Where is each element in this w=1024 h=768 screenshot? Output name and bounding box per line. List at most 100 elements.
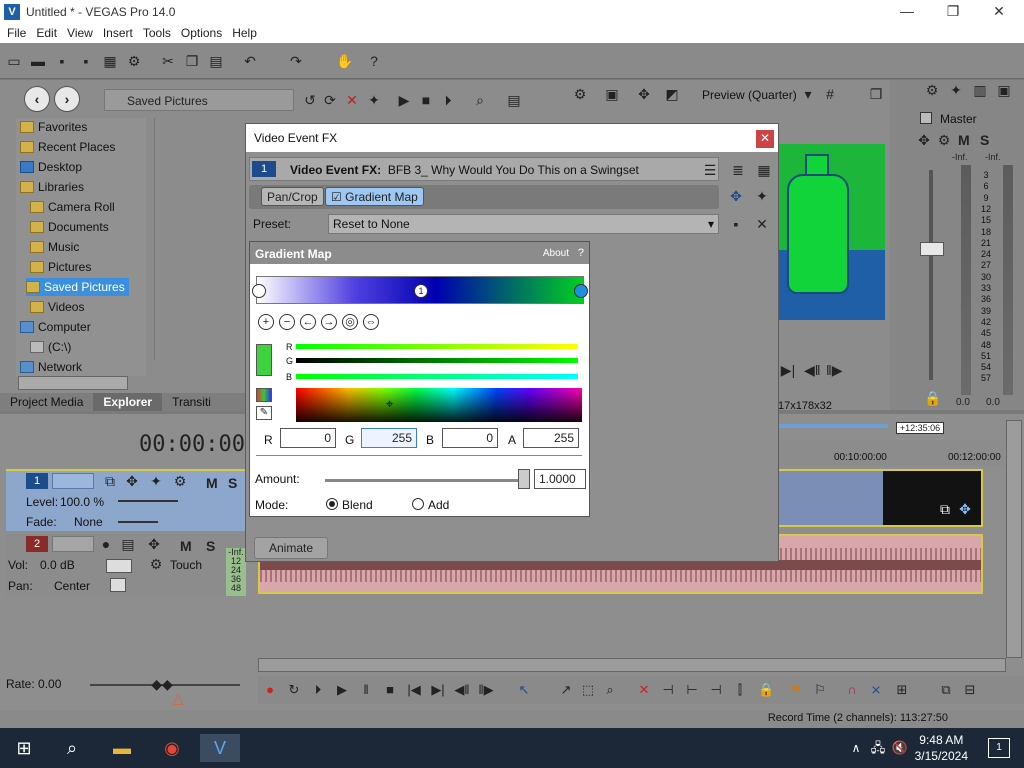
tree-item-videos[interactable]: Videos bbox=[30, 298, 84, 316]
restore-button[interactable]: ❐ bbox=[930, 0, 976, 23]
tree-item-computer[interactable]: Computer bbox=[20, 318, 91, 336]
audio-track-header[interactable]: 2 ● ▤ ✥ M S Vol: 0.0 dB ⚙ Touch Pan: Cen… bbox=[6, 534, 246, 596]
selection-tool-icon[interactable]: ⬚ bbox=[580, 682, 596, 698]
minimize-button[interactable]: — bbox=[884, 0, 930, 23]
copy-snapshot-icon[interactable]: ❐ bbox=[868, 86, 884, 102]
delete-preset-icon[interactable]: ✕ bbox=[754, 216, 770, 232]
tab-transitions[interactable]: Transiti bbox=[162, 393, 221, 411]
audio-solo-button[interactable]: S bbox=[206, 538, 215, 554]
envelope-tool-icon[interactable]: ↗ bbox=[558, 682, 574, 698]
next-frame-icon[interactable]: ▶| bbox=[780, 362, 796, 378]
snapping-magnet-icon[interactable]: ∩ bbox=[844, 682, 860, 698]
mixer-icon[interactable]: ▥ bbox=[972, 82, 988, 98]
automation-gear-icon[interactable]: ⚙ bbox=[148, 556, 164, 572]
tree-item-camera-roll[interactable]: Camera Roll bbox=[30, 198, 115, 216]
preview-quality-dropdown[interactable]: Preview (Quarter) bbox=[702, 88, 797, 102]
timeline-horizontal-scrollbar[interactable] bbox=[258, 658, 1006, 672]
r-value-input[interactable]: 0 bbox=[280, 428, 336, 448]
master-settings-gear-icon[interactable]: ⚙ bbox=[924, 82, 940, 98]
tree-item-documents[interactable]: Documents bbox=[30, 218, 109, 236]
master-mute-button[interactable]: M bbox=[958, 132, 970, 148]
play-icon[interactable]: ▶ bbox=[334, 682, 350, 698]
color-palette-icon[interactable] bbox=[256, 388, 272, 402]
whats-this-help-icon[interactable]: ? bbox=[366, 53, 382, 69]
video-level-slider[interactable] bbox=[118, 500, 178, 502]
menu-help[interactable]: Help bbox=[232, 26, 257, 40]
menu-insert[interactable]: Insert bbox=[103, 26, 133, 40]
r-channel-slider[interactable] bbox=[296, 344, 578, 349]
menu-view[interactable]: View bbox=[67, 26, 93, 40]
lock-event-icon[interactable]: 🔒 bbox=[758, 682, 774, 698]
master-move-icon[interactable]: ✥ bbox=[916, 132, 932, 148]
color-swatch[interactable] bbox=[256, 344, 272, 376]
chrome-icon[interactable]: ◉ bbox=[152, 734, 192, 762]
play-icon[interactable]: ▶ bbox=[396, 92, 412, 108]
audio-pan-slider[interactable] bbox=[110, 578, 126, 592]
amount-slider-thumb[interactable] bbox=[518, 469, 530, 489]
system-clock[interactable]: 9:48 AM 3/15/2024 bbox=[915, 732, 968, 764]
audio-track-name-field[interactable] bbox=[52, 536, 94, 552]
gradient-stop-1[interactable]: 1 bbox=[414, 284, 428, 298]
touch-mode-dropdown[interactable]: Touch bbox=[170, 558, 202, 572]
move-right-icon[interactable]: → bbox=[321, 314, 337, 330]
tree-item-music[interactable]: Music bbox=[30, 238, 79, 256]
ignore-grouping-icon[interactable]: ⊟ bbox=[962, 682, 978, 698]
compositing-icon[interactable]: ⧉ bbox=[102, 473, 118, 489]
vegas-taskbar-icon[interactable]: V bbox=[200, 734, 240, 762]
tree-item-libraries[interactable]: Libraries bbox=[20, 178, 84, 196]
zoom-tool-icon[interactable]: ⌕ bbox=[602, 682, 618, 698]
menu-edit[interactable]: Edit bbox=[36, 26, 57, 40]
layout-icon[interactable]: ▤ bbox=[506, 92, 522, 108]
tree-item-network[interactable]: Network bbox=[20, 358, 82, 376]
move-left-icon[interactable]: ← bbox=[300, 314, 316, 330]
stop-icon[interactable]: ■ bbox=[418, 92, 434, 108]
distribute-icon[interactable]: ◎ bbox=[342, 314, 358, 330]
next-marker-icon[interactable]: ‖▶ bbox=[826, 362, 843, 378]
save-as-icon[interactable]: ▪ bbox=[78, 53, 94, 69]
zoom-icon[interactable]: ⌕ bbox=[472, 92, 488, 108]
forward-arrow-icon[interactable]: › bbox=[54, 86, 80, 112]
open-folder-icon[interactable]: ▬ bbox=[30, 53, 46, 69]
delete-icon[interactable]: ✕ bbox=[636, 682, 652, 698]
amount-input[interactable]: 1.0000 bbox=[534, 469, 586, 489]
fx-chain-gradient-map[interactable]: ☑ Gradient Map bbox=[325, 187, 424, 206]
tree-item-favorites[interactable]: Favorites bbox=[20, 118, 87, 136]
go-to-start-icon[interactable]: |◀ bbox=[406, 682, 422, 698]
tree-item-desktop[interactable]: Desktop bbox=[20, 158, 82, 176]
cut-icon[interactable]: ✂ bbox=[160, 53, 176, 69]
event-pan-crop-icon[interactable]: ⧉ bbox=[937, 501, 953, 517]
loop-icon[interactable]: ↺ bbox=[302, 92, 318, 108]
close-window-button[interactable]: ✕ bbox=[976, 0, 1022, 23]
master-fader-thumb[interactable] bbox=[920, 242, 944, 256]
prev-frame-icon[interactable]: ◀‖ bbox=[454, 682, 470, 698]
g-channel-slider[interactable] bbox=[296, 358, 578, 363]
add-stop-icon[interactable]: + bbox=[258, 314, 274, 330]
video-fade-slider[interactable] bbox=[118, 521, 158, 523]
menu-file[interactable]: File bbox=[7, 26, 26, 40]
help-question-icon[interactable]: ? bbox=[578, 247, 584, 259]
play-from-start-icon[interactable]: ⏵ bbox=[440, 92, 456, 108]
menu-options[interactable]: Options bbox=[181, 26, 222, 40]
delete-x-icon[interactable]: ✕ bbox=[344, 92, 360, 108]
fx-icon[interactable]: ✦ bbox=[366, 92, 382, 108]
audio-fx-icon[interactable]: ▤ bbox=[120, 536, 136, 552]
track-settings-gear-icon[interactable]: ⚙ bbox=[172, 473, 188, 489]
audio-mute-button[interactable]: M bbox=[180, 538, 192, 554]
menu-tools[interactable]: Tools bbox=[143, 26, 171, 40]
fx-chain-remove-icon[interactable]: ✦ bbox=[754, 188, 770, 204]
search-icon[interactable]: ⌕ bbox=[52, 734, 92, 762]
fx-plugin-icon[interactable]: ✋ bbox=[336, 53, 353, 69]
g-value-input[interactable]: 255 bbox=[361, 428, 417, 448]
new-project-icon[interactable]: ▭ bbox=[6, 53, 22, 69]
dialog-title-bar[interactable]: Video Event FX ✕ bbox=[246, 124, 778, 152]
reverse-icon[interactable]: ⇔ bbox=[363, 314, 379, 330]
chevron-down-icon[interactable]: ▾ bbox=[800, 86, 816, 102]
notification-center-icon[interactable]: 1 bbox=[988, 738, 1010, 758]
view-grid-icon[interactable]: ▦ bbox=[756, 162, 772, 178]
pause-icon[interactable]: ‖ bbox=[358, 682, 374, 698]
redo-icon[interactable]: ↷ bbox=[288, 53, 304, 69]
audio-vol-slider[interactable] bbox=[106, 559, 132, 573]
preset-dropdown[interactable]: Reset to None ▾ bbox=[328, 214, 719, 234]
color-spectrum-picker[interactable] bbox=[296, 388, 582, 422]
timeline-vertical-scrollbar[interactable] bbox=[1006, 420, 1022, 658]
